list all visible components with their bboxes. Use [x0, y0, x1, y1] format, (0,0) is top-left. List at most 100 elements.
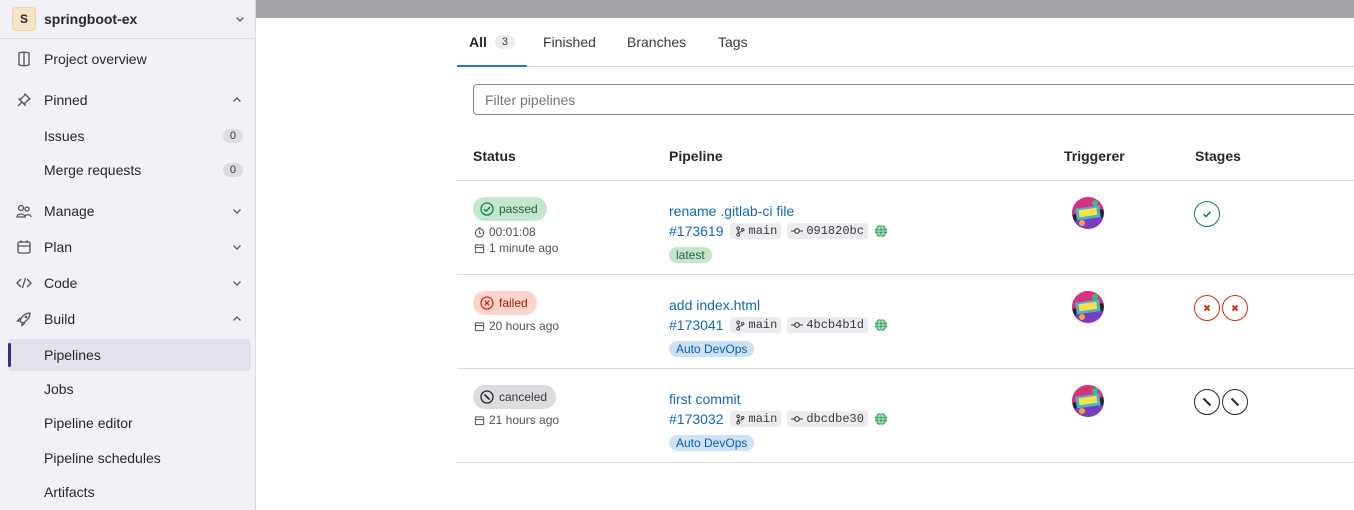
- tab-tags[interactable]: Tags: [718, 18, 748, 66]
- globe-icon: [874, 412, 888, 426]
- sidebar-item-label: Pipeline editor: [44, 415, 133, 431]
- sidebar-item-pinned[interactable]: Pinned: [8, 84, 251, 116]
- pipeline-title-link[interactable]: add index.html: [669, 297, 760, 313]
- project-avatar: S: [12, 7, 36, 31]
- project-switcher[interactable]: S springboot-ex: [8, 6, 248, 32]
- sidebar: S springboot-ex Project overview Pinned …: [0, 0, 256, 510]
- stage-canceled-icon[interactable]: [1222, 389, 1248, 415]
- pipeline-title-link[interactable]: rename .gitlab-ci file: [669, 203, 794, 219]
- commit-ref[interactable]: dbcdbe30: [787, 411, 868, 427]
- chevron-up-icon: [231, 313, 243, 325]
- stage-failed-icon[interactable]: [1194, 295, 1220, 321]
- duration: 00:01:08: [473, 225, 536, 239]
- users-icon: [16, 203, 32, 219]
- status-badge-canceled[interactable]: canceled: [473, 385, 557, 409]
- pipeline-info: #173619 main 091820bc: [669, 223, 888, 239]
- sidebar-item-label: Jobs: [44, 381, 74, 397]
- latest-badge: latest: [669, 247, 712, 263]
- branch-icon: [734, 319, 746, 331]
- project-name: springboot-ex: [44, 11, 138, 27]
- globe-icon: [874, 224, 888, 238]
- finished-text: 21 hours ago: [489, 413, 560, 427]
- chevron-down-icon: [231, 205, 243, 217]
- status-badge-passed[interactable]: passed: [473, 197, 547, 221]
- sidebar-item-label: Build: [44, 311, 76, 327]
- stage-failed-icon[interactable]: [1222, 295, 1248, 321]
- finished-text: 20 hours ago: [489, 319, 560, 333]
- chevron-down-icon: [232, 11, 248, 27]
- tab-count-badge: 3: [494, 34, 516, 49]
- sidebar-item-label: Merge requests: [44, 162, 142, 178]
- calendar-icon: [473, 414, 485, 426]
- pipeline-title-link[interactable]: first commit: [669, 391, 741, 407]
- globe-icon: [874, 318, 888, 332]
- sidebar-item-plan[interactable]: Plan: [8, 231, 251, 263]
- column-header-stages: Stages: [1195, 148, 1241, 164]
- commit-sha: 091820bc: [806, 224, 864, 238]
- status-text: failed: [499, 296, 528, 310]
- chevron-down-icon: [231, 241, 243, 253]
- sidebar-item-code[interactable]: Code: [8, 267, 251, 299]
- sidebar-item-label: Pinned: [44, 92, 88, 108]
- column-header-status: Status: [473, 148, 516, 164]
- commit-ref[interactable]: 4bcb4b1d: [787, 317, 868, 333]
- sidebar-item-label: Issues: [44, 128, 85, 144]
- pipeline-id-link[interactable]: #173032: [669, 411, 724, 427]
- stage-success-icon[interactable]: [1194, 201, 1220, 227]
- branch-name: main: [748, 412, 778, 426]
- sidebar-item-pipeline-schedules[interactable]: Pipeline schedules: [8, 442, 251, 474]
- calendar-icon: [473, 242, 485, 254]
- pipeline-id-link[interactable]: #173619: [669, 223, 724, 239]
- stage-canceled-icon[interactable]: [1194, 389, 1220, 415]
- tab-branches[interactable]: Branches: [627, 18, 686, 66]
- finished-time: 20 hours ago: [473, 319, 559, 333]
- sidebar-item-label: Pipelines: [44, 347, 101, 363]
- pipeline-info: #173032 main dbcdbe30: [669, 411, 888, 427]
- commit-sha: 4bcb4b1d: [806, 318, 864, 332]
- merge-requests-count-badge: 0: [222, 163, 243, 177]
- status-text: canceled: [499, 390, 548, 404]
- tab-finished[interactable]: Finished: [543, 18, 596, 66]
- pipeline-stages: [1194, 295, 1250, 321]
- branch-ref[interactable]: main: [729, 317, 782, 333]
- pipeline-id-link[interactable]: #173041: [669, 317, 724, 333]
- sidebar-divider: [0, 38, 256, 39]
- code-icon: [16, 275, 32, 291]
- rocket-icon: [16, 311, 32, 327]
- commit-ref[interactable]: 091820bc: [787, 223, 868, 239]
- sidebar-item-jobs[interactable]: Jobs: [8, 373, 251, 405]
- branch-ref[interactable]: main: [729, 411, 782, 427]
- status-text: passed: [499, 202, 538, 216]
- sidebar-item-pipeline-editor[interactable]: Pipeline editor: [8, 407, 251, 439]
- sidebar-item-pipelines[interactable]: Pipelines: [8, 339, 251, 371]
- branch-name: main: [748, 318, 778, 332]
- finished-time: 21 hours ago: [473, 413, 559, 427]
- triggerer-avatar[interactable]: [1072, 291, 1104, 323]
- tab-all[interactable]: All 3: [457, 18, 528, 67]
- branch-icon: [734, 225, 746, 237]
- sidebar-item-project-overview[interactable]: Project overview: [8, 43, 251, 75]
- triggerer-avatar[interactable]: [1072, 197, 1104, 229]
- branch-ref[interactable]: main: [729, 223, 782, 239]
- sidebar-item-merge-requests[interactable]: Merge requests 0: [8, 154, 251, 186]
- commit-icon: [791, 413, 804, 425]
- sidebar-item-build[interactable]: Build: [8, 303, 251, 335]
- chevron-up-icon: [231, 94, 243, 106]
- branch-name: main: [748, 224, 778, 238]
- sidebar-item-issues[interactable]: Issues 0: [8, 120, 251, 152]
- status-badge-failed[interactable]: failed: [473, 291, 537, 315]
- tab-label: Branches: [627, 34, 687, 50]
- status-success-icon: [479, 201, 495, 217]
- auto-devops-badge: Auto DevOps: [669, 435, 755, 451]
- commit-icon: [791, 319, 804, 331]
- project-icon: [16, 51, 32, 67]
- calendar-icon: [473, 320, 485, 332]
- chevron-down-icon: [231, 277, 243, 289]
- sidebar-item-artifacts[interactable]: Artifacts: [8, 476, 251, 508]
- filter-pipelines-input[interactable]: [473, 84, 1354, 115]
- sidebar-item-manage[interactable]: Manage: [8, 195, 251, 227]
- sidebar-item-label: Pipeline schedules: [44, 450, 161, 466]
- tab-label: Tags: [718, 34, 748, 50]
- triggerer-avatar[interactable]: [1072, 385, 1104, 417]
- auto-devops-badge: Auto DevOps: [669, 341, 755, 357]
